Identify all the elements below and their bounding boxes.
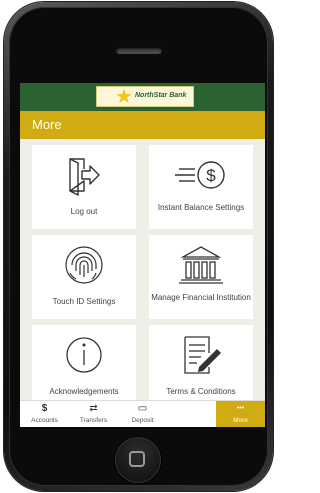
info-icon [66, 337, 102, 373]
touch-id-tile[interactable]: Touch ID Settings [32, 235, 136, 319]
tab-transfers-label: Transfers [79, 417, 108, 424]
earpiece-speaker [116, 47, 162, 54]
transfer-icon: ⇄ [89, 403, 98, 414]
terms-label: Terms & Conditions [166, 387, 236, 396]
bank-logo-text: NorthStar Bank [135, 92, 187, 99]
check-deposit-icon: ▭ [137, 403, 148, 414]
instant-balance-dollar-icon: $ [175, 161, 225, 189]
tab-accounts[interactable]: $ Accounts [20, 401, 69, 427]
manage-fi-tile[interactable]: Manage Financial Institution [149, 235, 253, 319]
app-screen: ★ NorthStar Bank More Log out $ Instant … [20, 83, 265, 427]
home-button[interactable] [115, 437, 161, 483]
instant-balance-label: Instant Balance Settings [157, 203, 245, 212]
tab-deposit-label: Deposit [131, 417, 154, 424]
more-options-grid: Log out $ Instant Balance Settings Touch… [20, 139, 265, 400]
document-pen-icon [184, 336, 221, 374]
logout-label: Log out [70, 207, 98, 216]
dollar-icon: $ [41, 403, 48, 414]
acknowledgements-tile[interactable]: Acknowledgements [32, 325, 136, 400]
tab-transfers[interactable]: ⇄ Transfers [69, 401, 118, 427]
manage-fi-label: Manage Financial Institution [151, 293, 251, 302]
logout-tile[interactable]: Log out [32, 145, 136, 229]
touch-id-label: Touch ID Settings [52, 297, 116, 306]
tab-more[interactable]: ••• More [216, 401, 265, 427]
instant-balance-tile[interactable]: $ Instant Balance Settings [149, 145, 253, 229]
home-square-icon [129, 451, 145, 467]
more-dots-icon: ••• [236, 405, 245, 412]
svg-text:$: $ [206, 166, 216, 185]
logout-door-icon [69, 158, 100, 196]
tab-accounts-label: Accounts [31, 417, 58, 424]
tab-deposit[interactable]: ▭ Deposit [118, 401, 167, 427]
star-icon: ★ [115, 86, 133, 108]
bottom-tab-bar: $ Accounts ⇄ Transfers ▭ Deposit ••• Mor… [20, 400, 265, 427]
page-titlebar: More [20, 111, 265, 139]
app-header: ★ NorthStar Bank [20, 83, 265, 111]
tab-more-label: More [233, 417, 248, 424]
bank-logo: ★ NorthStar Bank [96, 86, 194, 107]
terms-tile[interactable]: Terms & Conditions [149, 325, 253, 400]
page-title: More [32, 117, 62, 132]
fingerprint-icon [65, 246, 103, 284]
bank-building-icon [179, 246, 223, 284]
acknowledgements-label: Acknowledgements [49, 387, 119, 396]
